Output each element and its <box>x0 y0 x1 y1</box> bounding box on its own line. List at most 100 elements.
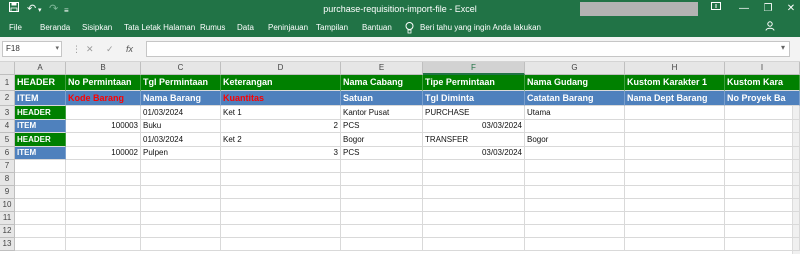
close-icon[interactable]: ✕ <box>777 1 800 17</box>
cell-g5[interactable]: Bogor <box>525 133 625 147</box>
cell-a10[interactable] <box>15 199 66 212</box>
row-header-13[interactable]: 13 <box>0 238 15 251</box>
cell-d2[interactable]: Kuantitas <box>221 91 341 106</box>
cell-f13[interactable] <box>423 238 525 251</box>
cell-c1[interactable]: Tgl Permintaan <box>141 75 221 91</box>
tab-data[interactable]: Data <box>237 22 254 33</box>
cell-h2[interactable]: Nama Dept Barang <box>625 91 725 106</box>
cell-i8[interactable] <box>725 173 800 186</box>
cell-b11[interactable] <box>66 212 141 225</box>
cell-i1[interactable]: Kustom Kara <box>725 75 800 91</box>
cell-i3[interactable] <box>725 106 800 120</box>
cell-e10[interactable] <box>341 199 423 212</box>
row-header-3[interactable]: 3 <box>0 106 15 120</box>
row-header-4[interactable]: 4 <box>0 120 15 133</box>
row-header-12[interactable]: 12 <box>0 225 15 238</box>
row-header-11[interactable]: 11 <box>0 212 15 225</box>
cell-a8[interactable] <box>15 173 66 186</box>
account-area[interactable] <box>580 2 698 16</box>
cell-b12[interactable] <box>66 225 141 238</box>
cell-g3[interactable]: Utama <box>525 106 625 120</box>
cell-c5[interactable]: 01/03/2024 <box>141 133 221 147</box>
cell-g8[interactable] <box>525 173 625 186</box>
cell-e3[interactable]: Kantor Pusat <box>341 106 423 120</box>
tab-view[interactable]: Tampilan <box>316 22 348 33</box>
cell-e12[interactable] <box>341 225 423 238</box>
cell-e5[interactable]: Bogor <box>341 133 423 147</box>
cell-a4[interactable]: ITEM <box>15 120 66 133</box>
row-header-9[interactable]: 9 <box>0 186 15 199</box>
cell-e13[interactable] <box>341 238 423 251</box>
column-header-g[interactable]: G <box>525 62 625 75</box>
cell-g9[interactable] <box>525 186 625 199</box>
row-header-7[interactable]: 7 <box>0 160 15 173</box>
cell-h10[interactable] <box>625 199 725 212</box>
cell-e11[interactable] <box>341 212 423 225</box>
column-header-d[interactable]: D <box>221 62 341 75</box>
row-header-5[interactable]: 5 <box>0 133 15 147</box>
cell-d13[interactable] <box>221 238 341 251</box>
tell-me-search[interactable]: Beri tahu yang ingin Anda lakukan <box>420 22 541 33</box>
cell-d5[interactable]: Ket 2 <box>221 133 341 147</box>
cell-d10[interactable] <box>221 199 341 212</box>
cell-g7[interactable] <box>525 160 625 173</box>
cell-a6[interactable]: ITEM <box>15 147 66 160</box>
column-header-c[interactable]: C <box>141 62 221 75</box>
cell-c4[interactable]: Buku <box>141 120 221 133</box>
formula-input[interactable]: ▾ <box>146 41 790 57</box>
cell-d3[interactable]: Ket 1 <box>221 106 341 120</box>
cell-a1[interactable]: HEADER <box>15 75 66 91</box>
select-all-corner[interactable] <box>0 62 15 75</box>
cell-h1[interactable]: Kustom Karakter 1 <box>625 75 725 91</box>
cell-g6[interactable] <box>525 147 625 160</box>
cell-c10[interactable] <box>141 199 221 212</box>
cell-a5[interactable]: HEADER <box>15 133 66 147</box>
cell-i7[interactable] <box>725 160 800 173</box>
insert-function-icon[interactable]: fx <box>126 43 133 55</box>
cell-b13[interactable] <box>66 238 141 251</box>
cell-i2[interactable]: No Proyek Ba <box>725 91 800 106</box>
cell-c11[interactable] <box>141 212 221 225</box>
cell-b3[interactable] <box>66 106 141 120</box>
cell-i6[interactable] <box>725 147 800 160</box>
cell-g12[interactable] <box>525 225 625 238</box>
chevron-down-icon[interactable]: ▾ <box>55 42 59 56</box>
column-header-h[interactable]: H <box>625 62 725 75</box>
row-header-6[interactable]: 6 <box>0 147 15 160</box>
cell-f8[interactable] <box>423 173 525 186</box>
cell-b6[interactable]: 100002 <box>66 147 141 160</box>
cell-a9[interactable] <box>15 186 66 199</box>
cell-d6[interactable]: 3 <box>221 147 341 160</box>
cell-b5[interactable] <box>66 133 141 147</box>
cell-a2[interactable]: ITEM <box>15 91 66 106</box>
cell-b4[interactable]: 100003 <box>66 120 141 133</box>
ribbon-display-icon[interactable] <box>702 1 730 17</box>
cell-a3[interactable]: HEADER <box>15 106 66 120</box>
cell-c12[interactable] <box>141 225 221 238</box>
cell-d1[interactable]: Keterangan <box>221 75 341 91</box>
cell-i12[interactable] <box>725 225 800 238</box>
tab-home[interactable]: Beranda <box>40 22 70 33</box>
cell-h13[interactable] <box>625 238 725 251</box>
cell-b8[interactable] <box>66 173 141 186</box>
cell-f6[interactable]: 03/03/2024 <box>423 147 525 160</box>
cell-f10[interactable] <box>423 199 525 212</box>
cell-f12[interactable] <box>423 225 525 238</box>
cell-g11[interactable] <box>525 212 625 225</box>
cell-h4[interactable] <box>625 120 725 133</box>
row-header-8[interactable]: 8 <box>0 173 15 186</box>
cell-i11[interactable] <box>725 212 800 225</box>
cell-a7[interactable] <box>15 160 66 173</box>
cell-e6[interactable]: PCS <box>341 147 423 160</box>
cell-b1[interactable]: No Permintaan <box>66 75 141 91</box>
cell-d9[interactable] <box>221 186 341 199</box>
cell-e2[interactable]: Satuan <box>341 91 423 106</box>
cell-g10[interactable] <box>525 199 625 212</box>
tab-formulas[interactable]: Rumus <box>200 22 225 33</box>
row-header-2[interactable]: 2 <box>0 91 15 106</box>
cell-i9[interactable] <box>725 186 800 199</box>
cell-h11[interactable] <box>625 212 725 225</box>
cell-d8[interactable] <box>221 173 341 186</box>
cell-h5[interactable] <box>625 133 725 147</box>
cell-b7[interactable] <box>66 160 141 173</box>
